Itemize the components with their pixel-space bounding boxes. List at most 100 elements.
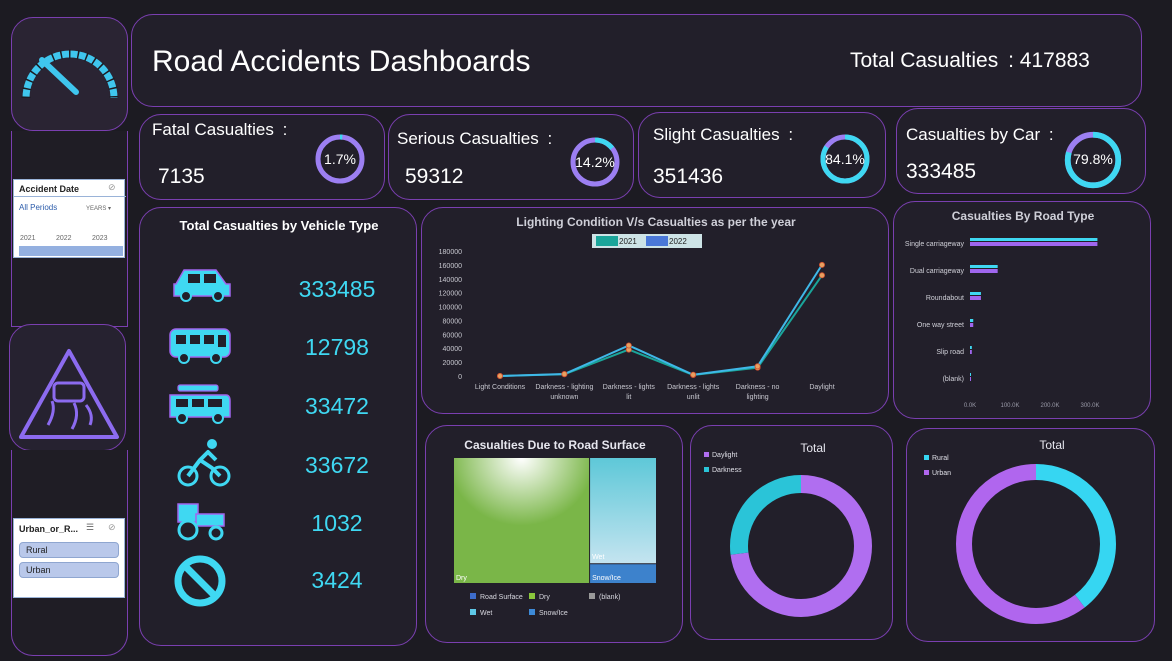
prohibited-icon	[174, 555, 226, 607]
slicer-item-urban[interactable]: Urban	[19, 562, 119, 578]
legend-swatch	[589, 593, 595, 599]
y-tick-label: 180000	[439, 249, 462, 256]
data-point	[754, 363, 761, 370]
x-tick-label: unlit	[687, 394, 700, 401]
legend-swatch	[596, 236, 618, 246]
bar	[970, 350, 972, 354]
page-title: Road Accidents Dashboards	[152, 45, 531, 78]
urban-rural-slicer[interactable]: Urban_or_R... ☰ ⊘ Rural Urban	[13, 518, 125, 598]
slicer-periods: All Periods	[19, 203, 58, 212]
x-tick-label: Darkness - lights	[603, 384, 656, 391]
tile-label: Wet	[592, 554, 604, 561]
series-line	[499, 264, 823, 377]
slicer-item-rural[interactable]: Rural	[19, 542, 119, 558]
slicer-title: Urban_or_R...	[19, 524, 79, 534]
vehicle-value: 333485	[298, 276, 376, 302]
y-tick-label: 60000	[443, 332, 463, 339]
area-donut-chart: Rural Urban	[924, 455, 1116, 624]
y-tick-label: 40000	[443, 346, 463, 353]
kpi-fatal: Fatal Casualties : 7135 1.7%	[139, 114, 385, 200]
filter-clear-icon[interactable]: ⊘	[108, 522, 116, 533]
area-donut-panel: Total Rural Urban	[906, 428, 1155, 642]
data-point	[818, 261, 825, 268]
kpi-value: 59312	[405, 165, 464, 188]
vehicle-value: 12798	[305, 334, 369, 360]
legend-label: 2022	[669, 237, 687, 246]
y-tick-label: 120000	[439, 291, 462, 298]
legend-label: Wet	[480, 610, 492, 617]
treemap-tile-wet	[590, 458, 656, 564]
bar	[970, 292, 981, 295]
kpi-label: Slight Casualties :	[653, 125, 794, 144]
daylight-donut-panel: Total Daylight Darkness	[690, 425, 893, 640]
slicer-unit-dropdown[interactable]: YEARS ▾	[86, 205, 111, 212]
lighting-chart-panel: Lighting Condition V/s Casualties as per…	[421, 207, 889, 414]
slicer-year: 2022	[56, 235, 72, 242]
kpi-car: Casualties by Car : 333485 79.8%	[896, 108, 1146, 194]
legend-swatch	[704, 467, 709, 472]
legend-swatch	[470, 593, 476, 599]
y-category-label: Dual carriageway	[910, 268, 965, 275]
kpi-percent: 84.1%	[825, 151, 865, 167]
x-tick-label: Light Conditions	[475, 384, 526, 391]
x-tick-label: 300.0K	[1080, 403, 1099, 409]
y-tick-label: 20000	[443, 360, 463, 367]
road-surface-panel: Casualties Due to Road Surface Dry Wet Sno…	[425, 425, 683, 643]
x-tick-label: 200.0K	[1040, 403, 1059, 409]
vehicle-value: 1032	[311, 510, 363, 536]
bar	[970, 242, 1098, 246]
data-point	[818, 272, 825, 279]
x-tick-label: Daylight	[809, 384, 834, 391]
vehicle-type-panel: Total Casualties by Vehicle Type 333485 …	[139, 207, 417, 646]
kpi-label: Serious Casualties :	[397, 129, 553, 148]
slippery-road-icon	[19, 349, 119, 439]
filter-clear-icon[interactable]: ⊘	[108, 182, 116, 193]
vehicle-chart-title: Total Casualties by Vehicle Type	[179, 218, 379, 233]
legend-label: Daylight	[712, 452, 737, 459]
slicer-item-label: Rural	[26, 545, 48, 555]
y-category-label: One way street	[917, 322, 964, 329]
vehicle-value: 3424	[311, 567, 363, 593]
legend-swatch	[924, 470, 929, 475]
timeline-bar[interactable]	[19, 246, 123, 256]
y-tick-label: 0	[458, 374, 462, 381]
legend-swatch	[529, 593, 535, 599]
light-donut-chart: Daylight Darkness	[704, 452, 872, 617]
header-panel: Road Accidents Dashboards Total Casualti…	[131, 14, 1142, 107]
legend-label: Urban	[932, 470, 951, 477]
kpi-percent: 14.2%	[575, 154, 615, 170]
kpi-label: Casualties by Car :	[906, 125, 1054, 144]
data-point	[497, 372, 504, 379]
legend-swatch	[529, 609, 535, 615]
kpi-percent: 1.7%	[324, 151, 356, 167]
vehicle-value: 33672	[305, 452, 369, 478]
legend-swatch	[704, 452, 709, 457]
legend-label: Darkness	[712, 467, 742, 474]
total-sep: :	[1008, 49, 1014, 72]
x-tick-label: unknown	[550, 394, 578, 401]
tile-label: Snow/Ice	[592, 575, 621, 582]
slicer-item-label: Urban	[26, 565, 51, 575]
x-tick-label: Darkness - no	[736, 384, 780, 391]
multi-select-icon[interactable]: ☰	[86, 522, 94, 533]
speedometer-icon	[21, 49, 119, 99]
bar	[970, 296, 981, 300]
x-tick-label: Darkness - lighting	[535, 384, 593, 391]
kpi-label: Fatal Casualties :	[152, 120, 288, 139]
legend-swatch	[470, 609, 476, 615]
legend-label: Rural	[932, 455, 949, 462]
road-type-panel: Casualties By Road Type Single carriagew…	[893, 201, 1151, 419]
total-label: Total Casualties	[850, 49, 999, 72]
bar	[970, 346, 972, 349]
kpi-serious: Serious Casualties : 59312 14.2%	[388, 114, 634, 200]
legend-swatch	[924, 455, 929, 460]
vehicle-value: 33472	[305, 393, 369, 419]
y-category-label: Roundabout	[926, 295, 964, 302]
kpi-value: 7135	[158, 165, 205, 188]
y-tick-label: 140000	[439, 277, 462, 284]
y-tick-label: 80000	[443, 318, 463, 325]
kpi-percent: 79.8%	[1073, 151, 1113, 167]
bar	[970, 319, 974, 322]
accident-date-slicer[interactable]: Accident Date ⊘ All Periods YEARS ▾ 2021…	[13, 179, 126, 258]
kpi-value: 333485	[906, 160, 977, 183]
